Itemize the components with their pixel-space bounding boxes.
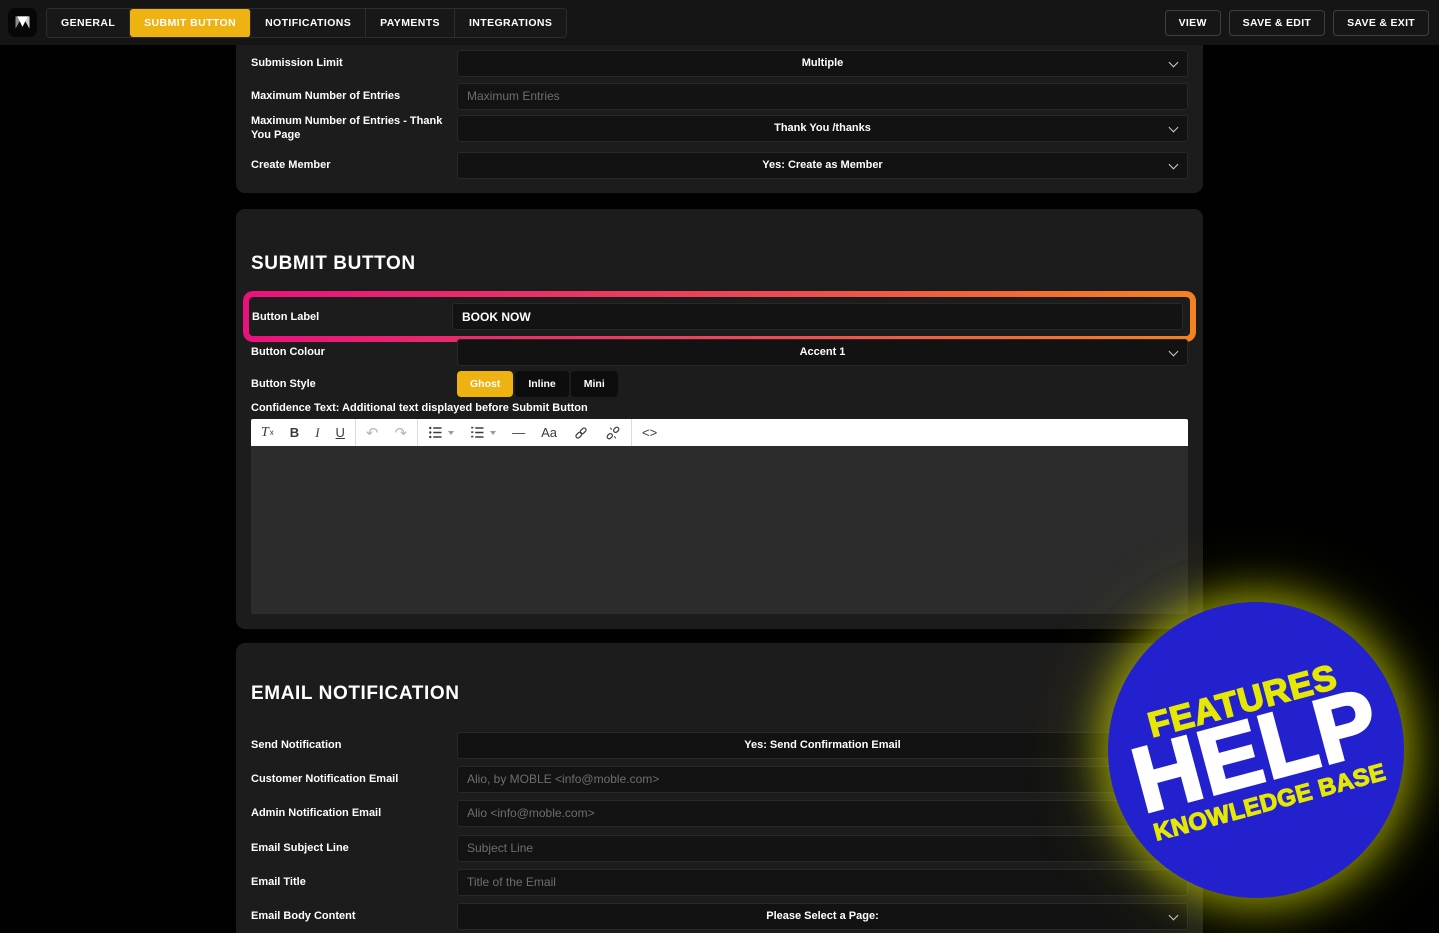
email-title-input[interactable] [457, 869, 1188, 896]
submit-button-section-title: SUBMIT BUTTON [251, 253, 416, 275]
email-title-label: Email Title [251, 875, 457, 889]
tab-general[interactable]: GENERAL [47, 9, 130, 37]
button-colour-select[interactable]: Accent 1 [457, 339, 1188, 366]
italic-icon[interactable]: I [307, 419, 327, 446]
admin-notification-email-row: Admin Notification Email [251, 799, 1188, 827]
chevron-down-icon [1169, 159, 1179, 169]
max-entries-input[interactable] [457, 83, 1188, 110]
email-subject-line-label: Email Subject Line [251, 841, 457, 855]
send-notification-value: Yes: Send Confirmation Email [744, 739, 900, 751]
max-entries-thankyou-value: Thank You /thanks [774, 122, 871, 134]
submission-limit-select[interactable]: Multiple [457, 50, 1188, 77]
chevron-down-icon [1169, 910, 1179, 920]
email-notification-panel: EMAIL NOTIFICATION Send Notification Yes… [236, 643, 1203, 933]
unlink-icon[interactable] [597, 419, 629, 446]
email-body-content-select[interactable]: Please Select a Page: [457, 903, 1188, 930]
link-icon[interactable] [565, 419, 597, 446]
moble-logo-mark [12, 12, 33, 33]
richtext-toolbar: Tx B I U ↶ ↷ — Aa [251, 419, 1188, 446]
send-notification-select[interactable]: Yes: Send Confirmation Email [457, 732, 1188, 759]
page: GENERAL SUBMIT BUTTON NOTIFICATIONS PAYM… [0, 0, 1439, 933]
email-subject-line-input[interactable] [457, 835, 1188, 862]
view-button[interactable]: VIEW [1165, 10, 1221, 36]
confidence-text-label: Confidence Text: Additional text display… [251, 402, 588, 414]
underline-icon[interactable]: U [328, 419, 353, 446]
customer-notification-email-input[interactable] [457, 766, 1188, 793]
email-body-content-value: Please Select a Page: [766, 910, 879, 922]
submission-limit-label: Submission Limit [251, 56, 457, 70]
moble-logo-icon[interactable] [8, 8, 37, 37]
general-settings-panel: Submission Limit Multiple Maximum Number… [236, 45, 1203, 193]
tab-integrations[interactable]: INTEGRATIONS [455, 9, 566, 37]
email-body-content-row: Email Body Content Please Select a Page: [251, 902, 1188, 930]
button-style-label: Button Style [251, 377, 457, 391]
header-actions: VIEW SAVE & EDIT SAVE & EXIT [1165, 10, 1429, 36]
create-member-label: Create Member [251, 158, 457, 172]
button-style-row: Button Style Ghost Inline Mini [251, 370, 1188, 398]
confidence-text-editor[interactable] [251, 446, 1188, 614]
features-help-badge-text: FEATURES HELP KNOWLEDGE BASE [1118, 650, 1395, 849]
save-and-exit-button[interactable]: SAVE & EXIT [1333, 10, 1429, 36]
button-colour-row: Button Colour Accent 1 [251, 338, 1188, 366]
create-member-select[interactable]: Yes: Create as Member [457, 152, 1188, 179]
toolbar-separator [631, 419, 632, 446]
caret-down-icon [490, 431, 496, 435]
button-style-inline[interactable]: Inline [515, 371, 568, 397]
submit-button-panel: SUBMIT BUTTON Button Label Button Colour… [236, 209, 1203, 629]
annotation-highlight: Button Label [243, 291, 1196, 342]
font-size-icon[interactable]: Aa [533, 419, 565, 446]
max-entries-thankyou-select[interactable]: Thank You /thanks [457, 115, 1188, 142]
button-label-label: Button Label [249, 310, 452, 324]
ordered-list-icon[interactable] [462, 419, 504, 446]
caret-down-icon [448, 431, 454, 435]
save-and-edit-button[interactable]: SAVE & EDIT [1229, 10, 1325, 36]
email-subject-line-row: Email Subject Line [251, 834, 1188, 862]
tab-bar: GENERAL SUBMIT BUTTON NOTIFICATIONS PAYM… [46, 8, 567, 38]
redo-icon[interactable]: ↷ [387, 419, 416, 446]
max-entries-thankyou-label: Maximum Number of Entries - Thank You Pa… [251, 114, 457, 142]
button-label-input[interactable] [452, 303, 1183, 330]
tab-notifications[interactable]: NOTIFICATIONS [251, 9, 366, 37]
clear-formatting-icon[interactable]: Tx [253, 419, 282, 446]
send-notification-label: Send Notification [251, 738, 457, 752]
customer-notification-email-row: Customer Notification Email [251, 765, 1188, 793]
email-title-row: Email Title [251, 868, 1188, 896]
max-entries-thankyou-row: Maximum Number of Entries - Thank You Pa… [251, 114, 1188, 142]
chevron-down-icon [1169, 122, 1179, 132]
chevron-down-icon [1169, 346, 1179, 356]
create-member-value: Yes: Create as Member [762, 159, 882, 171]
unordered-list-icon[interactable] [420, 419, 462, 446]
create-member-row: Create Member Yes: Create as Member [251, 151, 1188, 179]
admin-notification-email-label: Admin Notification Email [251, 806, 457, 820]
button-style-segmented-control: Ghost Inline Mini [457, 371, 618, 397]
submission-limit-value: Multiple [802, 57, 844, 69]
toolbar-separator [355, 419, 356, 446]
button-colour-label: Button Colour [251, 345, 457, 359]
undo-icon[interactable]: ↶ [358, 419, 387, 446]
chevron-down-icon [1169, 57, 1179, 67]
tab-payments[interactable]: PAYMENTS [366, 9, 455, 37]
button-colour-value: Accent 1 [800, 346, 846, 358]
bold-icon[interactable]: B [282, 419, 307, 446]
send-notification-row: Send Notification Yes: Send Confirmation… [251, 731, 1188, 759]
horizontal-rule-icon[interactable]: — [504, 419, 533, 446]
max-entries-row: Maximum Number of Entries [251, 82, 1188, 110]
email-notification-section-title: EMAIL NOTIFICATION [251, 683, 460, 705]
customer-notification-email-label: Customer Notification Email [251, 772, 457, 786]
features-help-badge[interactable]: FEATURES HELP KNOWLEDGE BASE [1108, 602, 1404, 898]
code-view-icon[interactable]: <> [634, 419, 665, 446]
button-style-ghost[interactable]: Ghost [457, 371, 513, 397]
button-style-mini[interactable]: Mini [571, 371, 618, 397]
toolbar-separator [417, 419, 418, 446]
max-entries-label: Maximum Number of Entries [251, 89, 457, 103]
submission-limit-row: Submission Limit Multiple [251, 49, 1188, 77]
top-bar: GENERAL SUBMIT BUTTON NOTIFICATIONS PAYM… [0, 0, 1439, 45]
email-body-content-label: Email Body Content [251, 909, 457, 923]
tab-submit-button[interactable]: SUBMIT BUTTON [130, 9, 251, 37]
admin-notification-email-input[interactable] [457, 800, 1188, 827]
